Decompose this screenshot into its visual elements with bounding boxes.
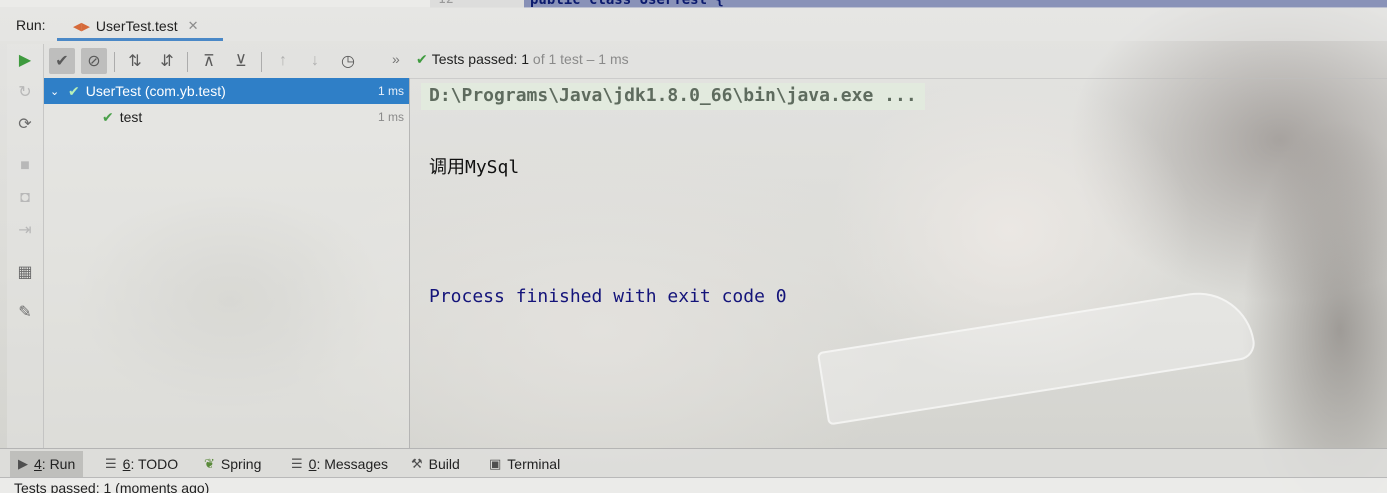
- run-panel-header: Run: ◀▶ UserTest.test ✕: [0, 7, 1387, 41]
- sort-duration-icon[interactable]: ⇵: [154, 48, 180, 74]
- tree-row-usertest[interactable]: ⌄ ✔ UserTest (com.yb.test) 1 ms: [44, 78, 409, 104]
- tree-row-label: test: [119, 109, 143, 125]
- passed-check-icon: ✔: [416, 51, 428, 67]
- test-tree: ⌄ ✔ UserTest (com.yb.test) 1 ms ✔ test 1…: [44, 78, 410, 448]
- tool-tab-label: Spring: [220, 456, 262, 472]
- tab-usertest-test[interactable]: ◀▶ UserTest.test ✕: [57, 14, 223, 41]
- tool-tab-label: : Messages: [316, 456, 389, 472]
- tests-passed-count: 1: [521, 51, 530, 67]
- tree-row-test[interactable]: ✔ test 1 ms: [44, 104, 409, 130]
- pin-icon[interactable]: ✎: [13, 300, 37, 324]
- tool-tab-todo[interactable]: ☰ 6: TODO: [97, 451, 186, 477]
- status-bar: Tests passed: 1 (moments ago): [0, 477, 1387, 493]
- tool-tab-label: : Run: [41, 456, 76, 472]
- tests-passed-label: Tests passed:: [431, 51, 518, 67]
- show-ignored-icon[interactable]: ⊘: [81, 48, 107, 74]
- tool-tab-label: : TODO: [130, 456, 179, 472]
- test-status-text: ✔ Tests passed: 1 of 1 test – 1 ms: [416, 51, 629, 68]
- terminal-icon: ▣: [489, 456, 502, 471]
- spring-leaf-icon: ❦: [204, 456, 215, 471]
- toolbar-divider: [261, 52, 262, 72]
- exit-icon[interactable]: ⇥: [13, 218, 37, 242]
- tool-tab-label: Terminal: [507, 456, 561, 472]
- tool-tab-messages[interactable]: ☰ 0: Messages: [283, 451, 396, 477]
- sort-alpha-icon[interactable]: ⇅: [122, 48, 148, 74]
- test-config-icon: ◀▶: [73, 20, 90, 33]
- more-actions-icon[interactable]: »: [392, 51, 400, 67]
- play-icon: ▶: [18, 456, 28, 471]
- hammer-icon: ⚒: [411, 456, 423, 471]
- history-icon[interactable]: ◷: [335, 48, 361, 74]
- toolbar-divider: [187, 52, 188, 72]
- passed-check-icon: ✔: [102, 108, 114, 125]
- console-output[interactable]: D:\Programs\Java\jdk1.8.0_66\bin\java.ex…: [411, 78, 1387, 448]
- chevron-down-icon[interactable]: ⌄: [50, 85, 62, 98]
- list-icon: ☰: [105, 456, 117, 471]
- passed-check-icon: ✔: [68, 82, 80, 99]
- tool-tab-number: 4: [34, 456, 42, 472]
- next-test-icon[interactable]: ↓: [302, 48, 328, 74]
- toolbar-divider: [114, 52, 115, 72]
- console-exit-line: Process finished with exit code 0: [429, 286, 787, 307]
- close-icon[interactable]: ✕: [188, 18, 199, 34]
- tool-tab-build[interactable]: ⚒ Build: [403, 451, 468, 477]
- rerun-icon[interactable]: ▶: [13, 48, 37, 72]
- tool-tab-run[interactable]: ▶ 4: Run: [10, 451, 84, 477]
- tool-tab-label: Build: [428, 456, 460, 472]
- tool-tab-spring[interactable]: ❦ Spring: [196, 451, 269, 477]
- rerun-failed-icon[interactable]: ↻: [13, 80, 37, 104]
- tab-title: UserTest.test: [95, 18, 178, 34]
- test-status-row: » ✔ Tests passed: 1 of 1 test – 1 ms: [392, 44, 1387, 79]
- tree-row-time: 1 ms: [377, 84, 404, 98]
- test-toolbar: ✔ ⊘ ⇅ ⇵ ⊼ ⊻ ↑ ↓ ◷: [44, 44, 410, 78]
- tree-row-label: UserTest (com.yb.test): [85, 83, 226, 99]
- show-passed-icon[interactable]: ✔: [49, 48, 75, 74]
- status-bar-text[interactable]: Tests passed: 1 (moments ago): [14, 480, 209, 493]
- previous-test-icon[interactable]: ↑: [270, 48, 296, 74]
- tool-window-bar: ▶ 4: Run ☰ 6: TODO ❦ Spring ☰ 0: Message…: [0, 448, 1387, 478]
- layout-icon[interactable]: ▦: [13, 260, 37, 284]
- toggle-auto-test-icon[interactable]: ⟳: [13, 112, 37, 136]
- tool-tab-terminal[interactable]: ▣ Terminal: [481, 451, 568, 477]
- tree-row-time: 1 ms: [377, 110, 404, 124]
- tests-detail: of 1 test – 1 ms: [532, 51, 629, 67]
- stop-icon[interactable]: ■: [13, 154, 37, 178]
- console-command-line[interactable]: D:\Programs\Java\jdk1.8.0_66\bin\java.ex…: [421, 83, 925, 110]
- run-label: Run:: [16, 17, 46, 33]
- collapse-all-icon[interactable]: ⊻: [228, 48, 254, 74]
- expand-all-icon[interactable]: ⊼: [196, 48, 222, 74]
- messages-icon: ☰: [291, 456, 303, 471]
- run-side-toolbar: ▶ ↻ ⟳ ■ ◘ ⇥ ▦ ✎: [7, 44, 44, 448]
- console-stdout-line: 调用MySql: [429, 157, 520, 178]
- camera-icon[interactable]: ◘: [13, 186, 37, 210]
